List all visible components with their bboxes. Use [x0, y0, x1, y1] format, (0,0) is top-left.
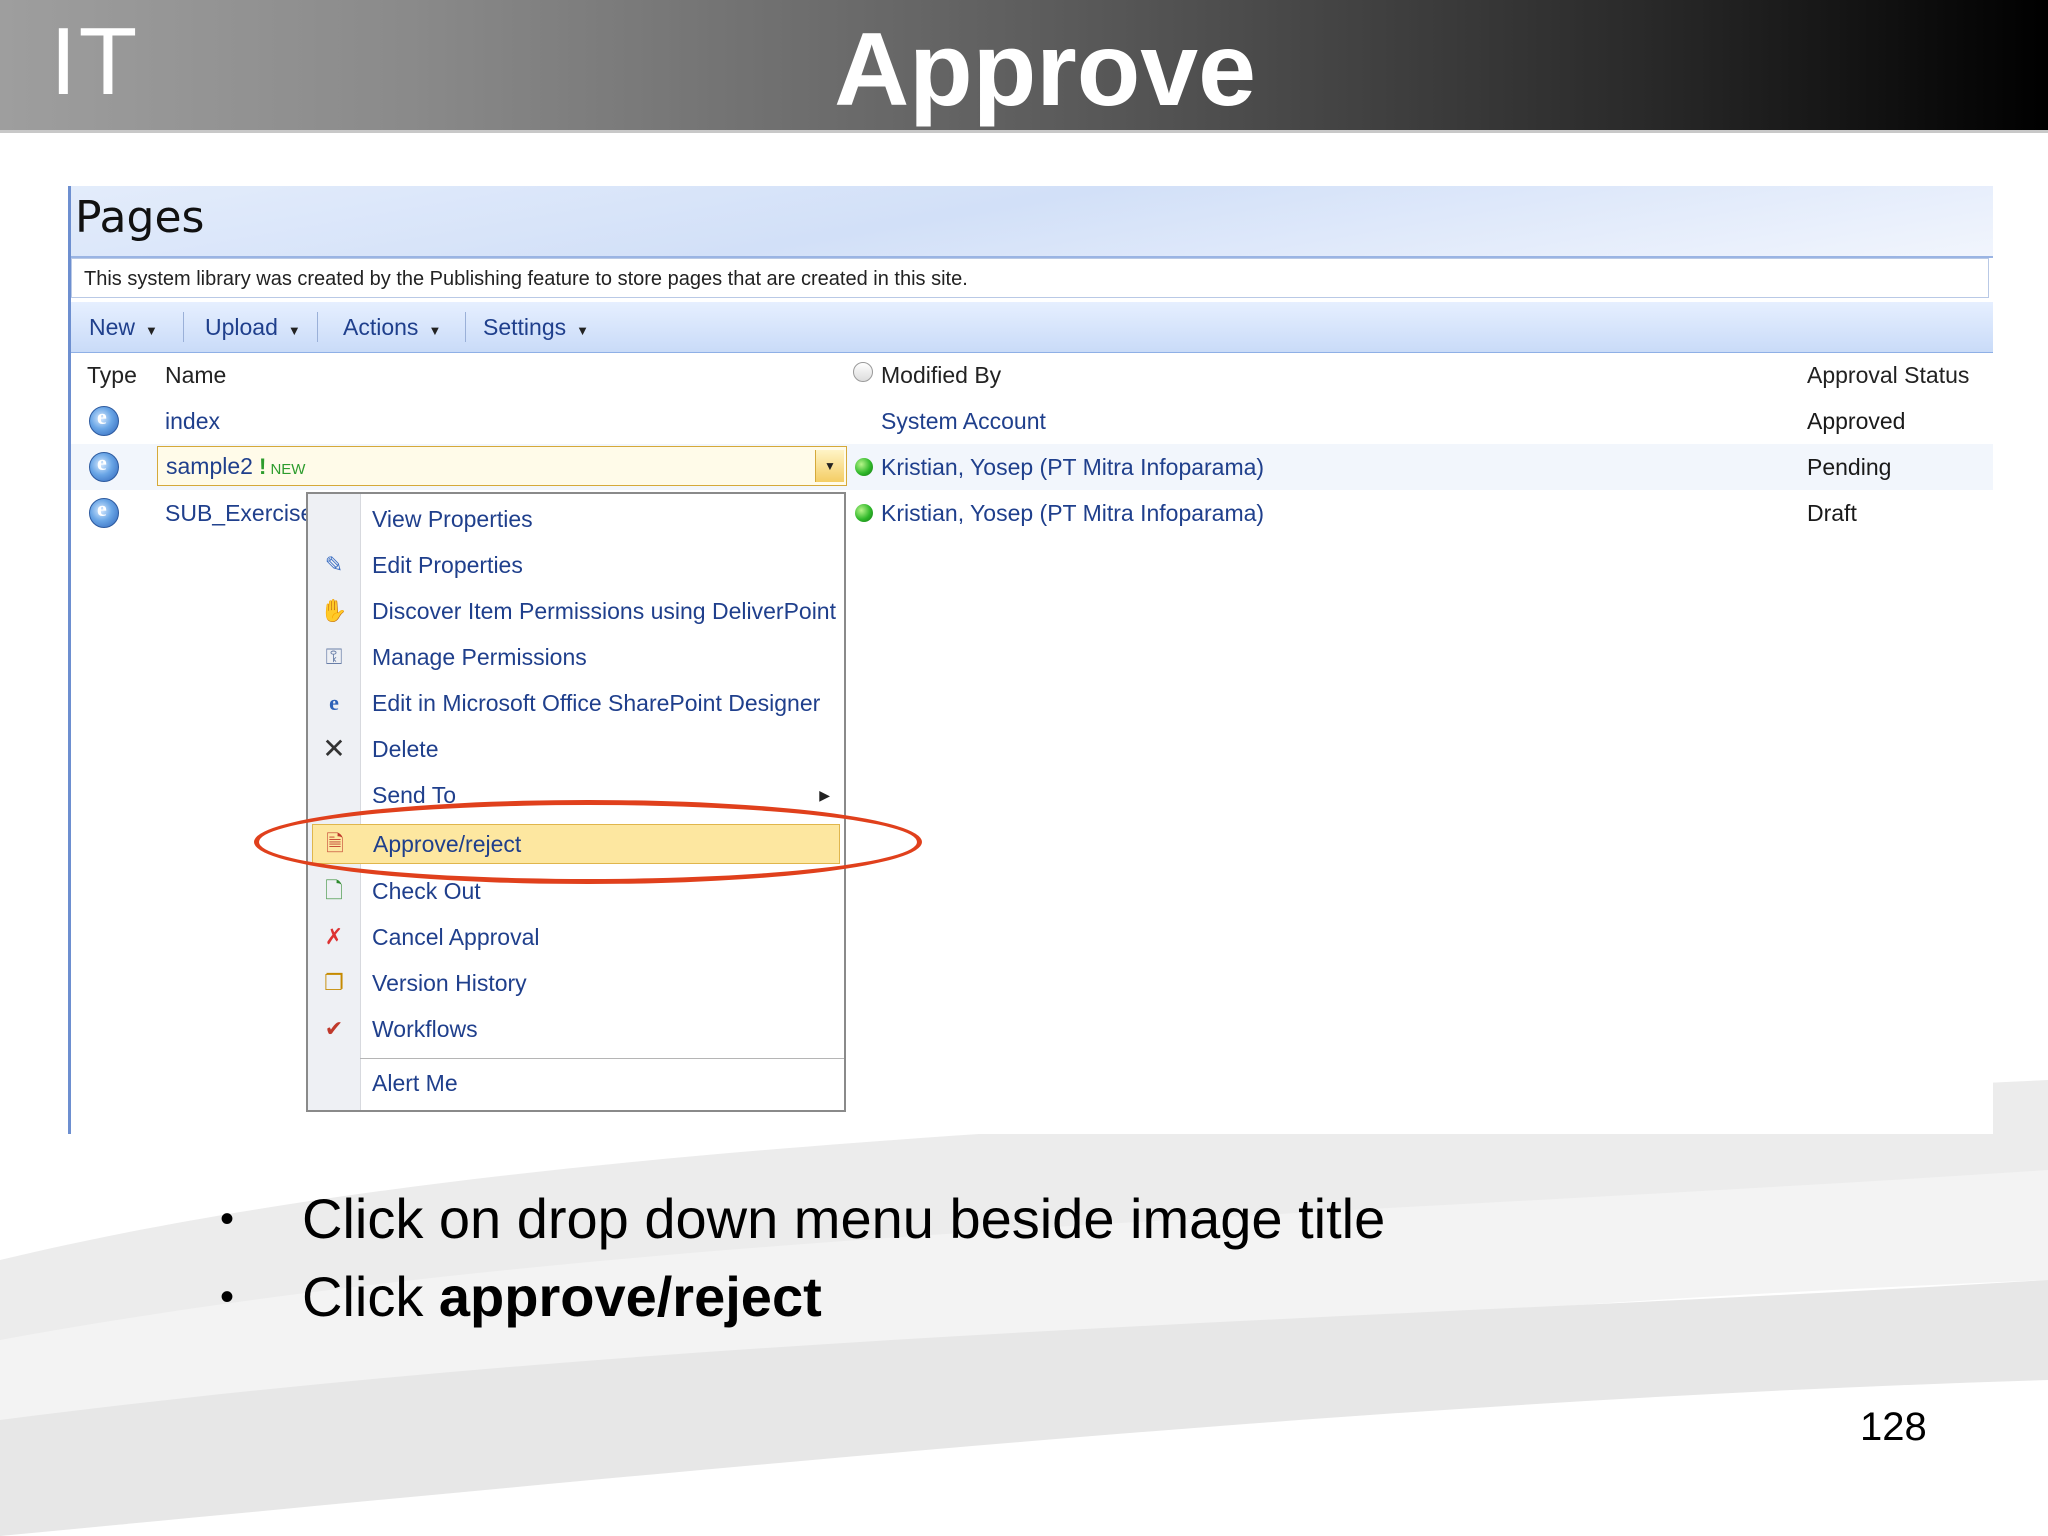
menu-item-delete[interactable]: ✕ Delete: [308, 726, 844, 772]
edit-properties-icon: ✎: [324, 552, 344, 577]
menu-item-label: Alert Me: [372, 1070, 458, 1096]
column-header-modified-by[interactable]: Modified By: [881, 362, 1001, 389]
column-header-type[interactable]: Type: [87, 362, 137, 389]
menu-item-label: Edit Properties: [372, 552, 523, 578]
cancel-approval-icon: ✗: [324, 924, 344, 949]
row-status: Pending: [1807, 454, 1892, 480]
library-toolbar: New ▼ Upload ▼ Actions ▼ Settings ▼: [71, 302, 1993, 353]
menu-item-workflows[interactable]: ✔ Workflows: [308, 1006, 844, 1052]
version-history-icon: ❐: [324, 970, 344, 995]
library-description: This system library was created by the P…: [71, 258, 1989, 298]
settings-menu-button[interactable]: Settings ▼: [483, 302, 589, 356]
toolbar-divider: [465, 312, 466, 342]
check-out-icon: 🗋: [325, 878, 343, 903]
item-dropdown-arrow-icon[interactable]: ▼: [815, 450, 844, 482]
column-header-approval-status[interactable]: Approval Status: [1807, 362, 1969, 389]
chevron-down-icon: ▼: [576, 323, 589, 338]
menu-item-label: Delete: [372, 736, 439, 762]
menu-item-discover-permissions[interactable]: ✋ Discover Item Permissions using Delive…: [308, 588, 844, 634]
row-modified-by[interactable]: Kristian, Yosep (PT Mitra Infoparama): [881, 490, 1264, 536]
slide-header: IT Approve: [0, 0, 2048, 133]
menu-divider: [360, 1058, 844, 1059]
new-menu-button[interactable]: New ▼: [89, 302, 158, 356]
sharepoint-designer-icon: e: [329, 690, 339, 715]
table-row: sample2! NEW ▼ Kristian, Yosep (PT Mitra…: [71, 444, 1993, 490]
table-row: index System Account Approved: [71, 398, 1993, 444]
row-name[interactable]: index: [165, 398, 220, 444]
workflows-icon: ✔: [324, 1016, 344, 1041]
manage-permissions-icon: ⚿: [325, 644, 343, 669]
menu-item-label: Edit in Microsoft Office SharePoint Desi…: [372, 690, 821, 716]
library-title-band: Pages: [71, 186, 1993, 258]
upload-label: Upload: [205, 314, 278, 340]
row-status: Approved: [1807, 408, 1906, 434]
chevron-down-icon: ▼: [428, 323, 442, 338]
row-modified-by[interactable]: Kristian, Yosep (PT Mitra Infoparama): [881, 444, 1264, 490]
actions-menu-button[interactable]: Actions ▼: [343, 302, 441, 356]
new-badge: ! NEW: [258, 454, 306, 479]
new-badge-text: NEW: [270, 461, 306, 478]
annotation-ellipse: [254, 800, 922, 884]
row-modified-by[interactable]: System Account: [881, 398, 1046, 444]
menu-item-edit-properties[interactable]: ✎ Edit Properties: [308, 542, 844, 588]
row-status: Draft: [1807, 500, 1857, 526]
menu-item-label: Cancel Approval: [372, 924, 540, 950]
bullet-prefix: Click: [302, 1265, 439, 1328]
modified-by-presence-icon: [853, 362, 873, 382]
menu-item-alert-me[interactable]: Alert Me: [308, 1060, 844, 1106]
toolbar-divider: [183, 312, 184, 342]
bullet-bold-text: approve/reject: [438, 1265, 822, 1328]
bullet-item: Click approve/reject: [220, 1258, 1920, 1336]
menu-item-view-properties[interactable]: View Properties: [308, 496, 844, 542]
slide-title: Approve: [834, 12, 1256, 128]
column-header-name[interactable]: Name: [165, 362, 226, 389]
row-name[interactable]: sample2: [166, 453, 253, 479]
bullet-item: Click on drop down menu beside image tit…: [220, 1180, 1920, 1258]
page-document-checkedout-icon: [89, 496, 119, 528]
row-name-group: sample2! NEW: [166, 447, 305, 489]
menu-item-version-history[interactable]: ❐ Version History: [308, 960, 844, 1006]
page-document-icon: [89, 404, 119, 436]
menu-item-cancel-approval[interactable]: ✗ Cancel Approval: [308, 914, 844, 960]
presence-online-icon: [855, 458, 873, 476]
page-number: 128: [1860, 1405, 1927, 1449]
presence-online-icon: [855, 504, 873, 522]
menu-item-label: Workflows: [372, 1016, 478, 1042]
logo-text: IT: [50, 8, 140, 115]
menu-item-label: Manage Permissions: [372, 644, 587, 670]
permissions-discover-icon: ✋: [320, 598, 348, 623]
item-name-dropdown[interactable]: sample2! NEW ▼: [157, 446, 847, 486]
upload-menu-button[interactable]: Upload ▼: [205, 302, 301, 356]
actions-label: Actions: [343, 314, 419, 340]
menu-item-edit-in-designer[interactable]: e Edit in Microsoft Office SharePoint De…: [308, 680, 844, 726]
menu-item-label: Discover Item Permissions using DeliverP…: [372, 598, 836, 624]
new-label: New: [89, 314, 136, 340]
menu-item-label: View Properties: [372, 506, 533, 532]
settings-label: Settings: [483, 314, 567, 340]
delete-x-icon: ✕: [322, 733, 346, 764]
library-title: Pages: [75, 192, 205, 243]
toolbar-divider: [317, 312, 318, 342]
instruction-bullets: Click on drop down menu beside image tit…: [220, 1180, 1920, 1336]
row-name[interactable]: SUB_Exercise_: [165, 490, 326, 536]
menu-item-label: Version History: [372, 970, 527, 996]
page-document-icon: [89, 450, 119, 482]
menu-item-manage-permissions[interactable]: ⚿ Manage Permissions: [308, 634, 844, 680]
chevron-down-icon: ▼: [145, 323, 158, 338]
chevron-down-icon: ▼: [287, 323, 301, 338]
